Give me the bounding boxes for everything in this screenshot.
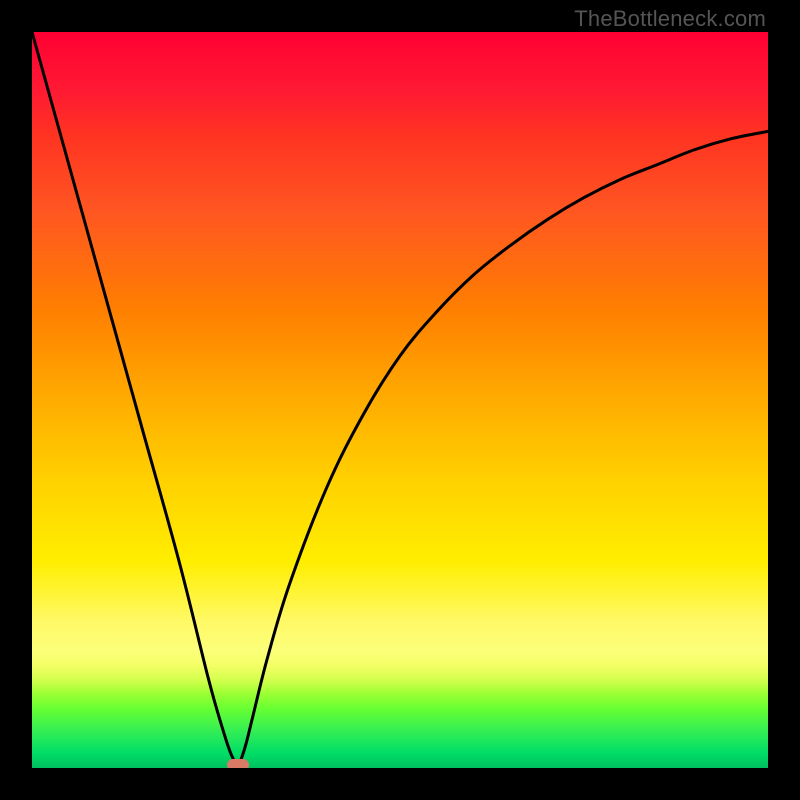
plot-area xyxy=(32,32,768,768)
minimum-marker xyxy=(227,759,249,768)
bottleneck-curve xyxy=(32,32,768,768)
curve-left-branch xyxy=(32,32,238,768)
chart-frame: TheBottleneck.com xyxy=(0,0,800,800)
curve-right-branch xyxy=(238,131,768,768)
watermark-text: TheBottleneck.com xyxy=(574,6,766,32)
